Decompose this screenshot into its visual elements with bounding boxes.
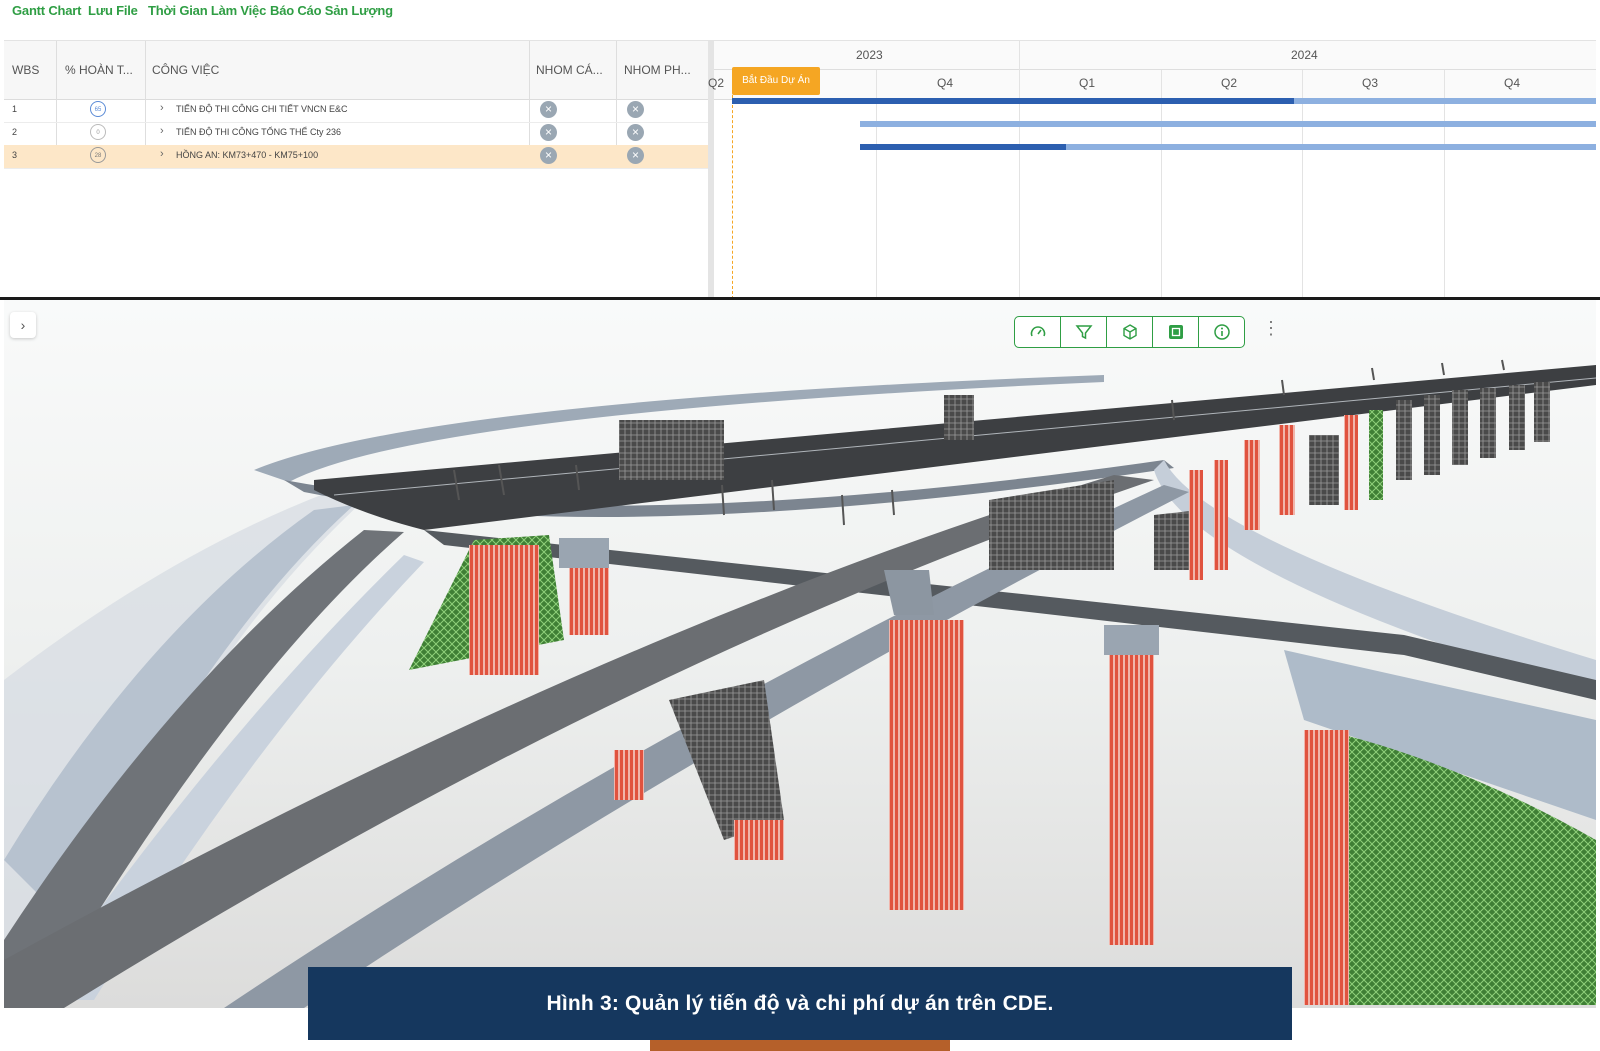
pier-red [1109,655,1154,945]
milestone-project-start[interactable]: Bắt Đầu Dự Án [732,67,820,95]
table-row[interactable]: 1 65 › TIẾN ĐỘ THI CÔNG CHI TIẾT VNCN E&… [4,99,708,123]
cube-icon[interactable] [1107,317,1153,347]
save-file-button[interactable]: Lưu File [88,3,138,18]
close-circle-icon[interactable]: × [627,101,644,118]
pier-red [614,750,644,800]
column-header-group-b[interactable]: NHOM PH... [624,63,691,77]
speedometer-icon[interactable] [1015,317,1061,347]
progress-ring: 0 [90,124,106,140]
progress-ring: 28 [90,147,106,163]
close-circle-icon[interactable]: × [540,124,557,141]
timeline-gridline [1302,70,1303,299]
pier-cap [884,570,934,615]
pier-cap [1104,625,1159,655]
column-header-task[interactable]: CÔNG VIỆC [152,63,219,77]
gantt-bar[interactable] [732,98,1596,104]
3d-model-viewer[interactable]: › ⋮ [4,300,1596,1008]
chevron-right-icon[interactable]: › [160,102,164,114]
close-circle-icon[interactable]: × [540,101,557,118]
wbs-cell: 2 [12,127,18,137]
today-marker [732,95,733,299]
timeline-gridline [876,70,877,299]
pier-red [469,545,539,675]
gantt-bar[interactable] [860,144,1596,150]
top-toolbar: Gantt Chart Lưu File Thời Gian Làm Việc … [0,0,1600,40]
timeline-header-divider [714,69,1596,70]
timeline-gridline [1444,70,1445,299]
gantt-bar[interactable] [860,121,1596,127]
caption-accent-bar [650,1040,950,1051]
pier-red [569,565,609,635]
quarter-label: Q2 [1221,76,1238,90]
quarter-label: Q4 [937,76,954,90]
pier-red [1304,730,1349,1005]
year-label-2023: 2023 [856,48,883,62]
timeline-header: 2023 2024 Q2 Q3 Q4 Q1 Q2 Q3 Q4 [708,41,1596,100]
quarter-label: Q4 [1504,76,1521,90]
layers-icon[interactable] [1153,317,1199,347]
table-row-selected[interactable]: 3 28 › HỒNG AN: KM73+470 - KM75+100 × × [4,145,708,169]
work-time-button[interactable]: Thời Gian Làm Việc [148,3,266,18]
year-label-2024: 2024 [1291,48,1318,62]
bridge-model-render[interactable] [4,300,1596,1008]
table-row[interactable]: 2 0 › TIẾN ĐỘ THI CÔNG TỔNG THỂ Cty 236 … [4,122,708,146]
info-icon[interactable] [1199,317,1244,347]
gantt-chart-tab[interactable]: Gantt Chart [12,3,82,18]
pile-cap-lattice [989,480,1114,570]
quarter-label: Q3 [1362,76,1379,90]
progress-ring: 65 [90,101,106,117]
close-circle-icon[interactable]: × [540,147,557,164]
pier-cap [559,538,609,568]
more-options-icon[interactable]: ⋮ [1262,318,1280,339]
task-name-cell: TIẾN ĐỘ THI CÔNG TỔNG THỂ Cty 236 [176,127,342,137]
chevron-right-icon[interactable]: › [160,148,164,160]
panel-toggle-button[interactable]: › [10,312,36,338]
chevron-right-icon[interactable]: › [160,125,164,137]
output-report-button[interactable]: Báo Cáo Sản Lượng [270,3,393,18]
column-header-wbs[interactable]: WBS [12,63,39,77]
timeline-gridline [1019,41,1020,299]
pile-cap-lattice [619,420,724,480]
column-header-group-a[interactable]: NHOM CÁ... [536,63,603,77]
grid-header: WBS % HOÀN T... CÔNG VIỆC NHOM CÁ... NHO… [4,41,708,100]
task-name-cell: HỒNG AN: KM73+470 - KM75+100 [176,150,319,160]
pier-red [889,620,964,910]
close-circle-icon[interactable]: × [627,147,644,164]
gantt-panel: WBS % HOÀN T... CÔNG VIỆC NHOM CÁ... NHO… [4,40,1596,299]
pier-red [734,820,784,860]
task-name-cell: TIẾN ĐỘ THI CÔNG CHI TIẾT VNCN E&C [176,104,348,114]
wbs-cell: 1 [12,104,18,114]
quarter-label: Q2 [708,76,725,90]
figure-caption: Hình 3: Quản lý tiến độ và chi phí dự án… [308,967,1292,1040]
wbs-cell: 3 [12,150,18,160]
timeline-gridline [1161,70,1162,299]
quarter-label: Q1 [1079,76,1096,90]
caption-text: Hình 3: Quản lý tiến độ và chi phí dự án… [546,991,1054,1015]
gantt-bar-progress [732,98,1294,104]
column-header-percent[interactable]: % HOÀN T... [65,63,133,77]
pile-cap-lattice [944,395,974,440]
viewer-toolbar [1014,316,1245,348]
gantt-bar-progress [860,144,1067,150]
filter-icon[interactable] [1061,317,1107,347]
close-circle-icon[interactable]: × [627,124,644,141]
